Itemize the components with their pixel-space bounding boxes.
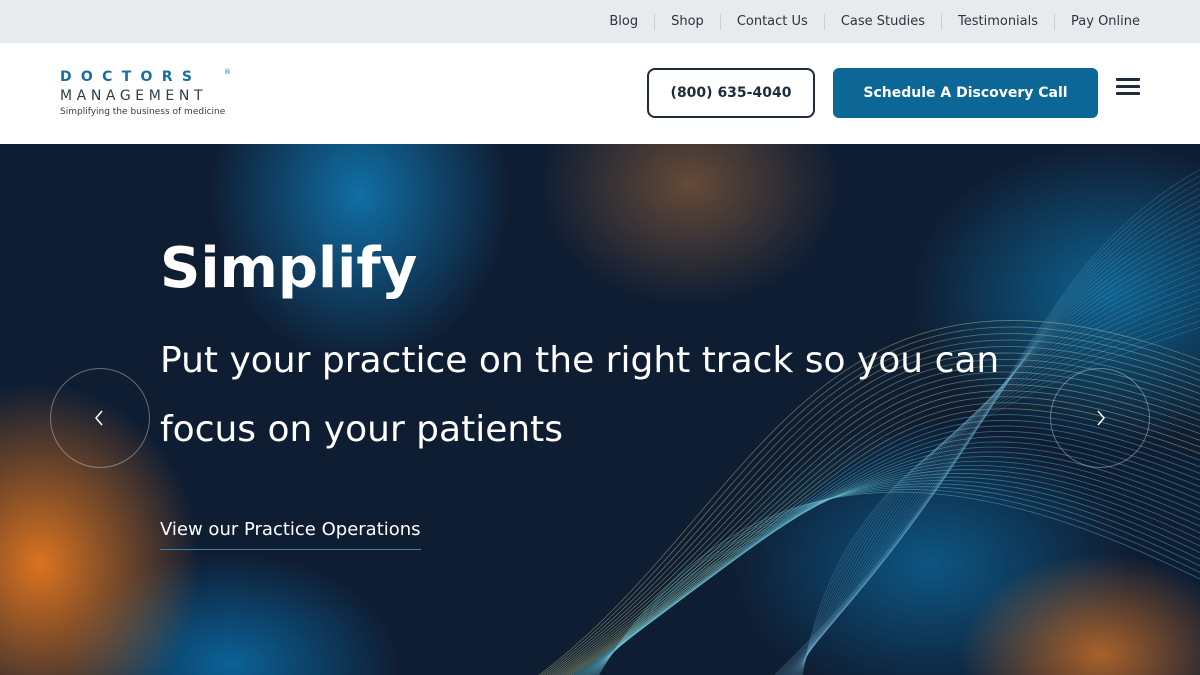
phone-button[interactable]: (800) 635-4040 [647, 68, 815, 118]
hero-title: Simplify [160, 236, 418, 301]
practice-operations-link[interactable]: View our Practice Operations [160, 519, 421, 550]
hero-subtitle: Put your practice on the right track so … [160, 340, 1000, 450]
hamburger-icon[interactable] [1114, 76, 1142, 98]
logo-wordmark-top: DOCTORS [60, 69, 202, 85]
wave-line [792, 257, 1200, 675]
nav-link-testimonials[interactable]: Testimonials [940, 13, 1054, 30]
wave-line [793, 263, 1200, 675]
utility-bar: Blog Shop Contact Us Case Studies Testim… [0, 0, 1200, 43]
wave-line [590, 472, 1200, 675]
nav-link-case-studies[interactable]: Case Studies [823, 13, 941, 30]
slider-prev-button[interactable] [50, 368, 150, 468]
wave-line [586, 460, 1200, 675]
chevron-right-icon [1097, 410, 1105, 426]
wave-line [594, 483, 1200, 675]
nav-link-contact-us[interactable]: Contact Us [719, 13, 824, 30]
nav-link-shop[interactable]: Shop [654, 13, 720, 30]
slider-next-button[interactable] [1050, 368, 1150, 468]
hero-slider: Simplify Put your practice on the right … [0, 144, 1200, 675]
nav-link-blog[interactable]: Blog [593, 14, 654, 30]
schedule-call-button[interactable]: Schedule A Discovery Call [833, 68, 1098, 118]
utility-nav: Blog Shop Contact Us Case Studies Testim… [593, 0, 1140, 43]
wave-line [592, 480, 1200, 675]
wave-line [578, 436, 1200, 675]
nav-link-pay-online[interactable]: Pay Online [1054, 13, 1140, 30]
logo-wordmark-bottom: MANAGEMENT [60, 88, 208, 104]
chevron-left-icon [95, 410, 103, 426]
logo-tagline: Simplifying the business of medicine [60, 107, 226, 117]
site-header: DOCTORS ® MANAGEMENT Simplifying the bus… [0, 43, 1200, 144]
logo-registered-mark: ® [224, 68, 231, 76]
site-logo[interactable]: DOCTORS ® MANAGEMENT Simplifying the bus… [60, 68, 240, 121]
